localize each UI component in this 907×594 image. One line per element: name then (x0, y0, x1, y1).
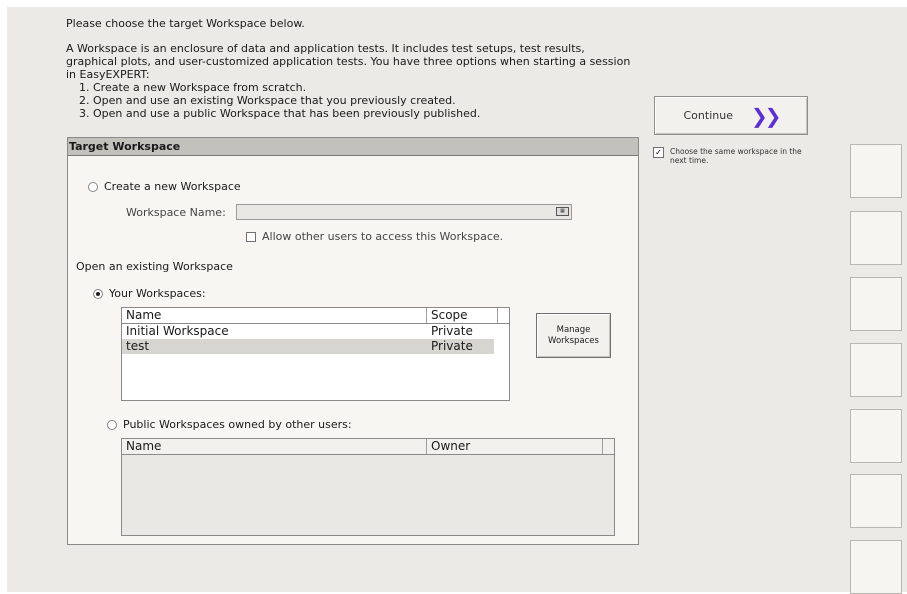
table-row[interactable]: Initial Workspace Private (122, 324, 494, 339)
continue-button[interactable]: Continue ❯❯ (654, 96, 808, 135)
clipped-title-bar (0, 0, 907, 7)
public-workspaces-label: Public Workspaces owned by other users: (123, 418, 352, 431)
target-workspace-header: Target Workspace (68, 138, 638, 156)
workspace-name-cell: Initial Workspace (126, 324, 229, 338)
intro-text: Please choose the target Workspace below… (66, 17, 636, 120)
same-workspace-label: Choose the same workspace in the next ti… (670, 147, 802, 165)
list-header: Name Owner (122, 439, 614, 455)
public-workspaces-option[interactable]: Public Workspaces owned by other users: (107, 418, 352, 431)
create-new-radio[interactable] (88, 182, 98, 192)
allow-access-checkbox[interactable] (246, 232, 256, 242)
target-workspace-group: Target Workspace Create a new Workspace … (67, 137, 639, 545)
option-step-3: 3. Open and use a public Workspace that … (79, 107, 481, 120)
keyboard-icon[interactable]: ▦ (556, 207, 569, 216)
side-softkey-6[interactable] (850, 474, 902, 528)
continue-label: Continue (683, 109, 733, 122)
column-header-owner[interactable]: Owner (427, 439, 603, 454)
side-softkey-2[interactable] (850, 211, 902, 265)
column-header-name[interactable]: Name (122, 308, 427, 323)
public-workspaces-list[interactable]: Name Owner (121, 438, 615, 536)
list-header: Name Scope (122, 308, 509, 324)
table-row-selected[interactable]: test Private (122, 339, 494, 354)
create-new-option[interactable]: Create a new Workspace (88, 180, 241, 193)
workspace-name-input[interactable]: ▦ (236, 204, 572, 220)
workspace-scope-cell: Private (431, 324, 473, 338)
your-workspaces-label: Your Workspaces: (109, 287, 206, 300)
option-step-2: 2. Open and use an existing Workspace th… (79, 94, 456, 107)
your-workspaces-radio[interactable] (93, 289, 103, 299)
your-workspaces-option[interactable]: Your Workspaces: (93, 287, 206, 300)
choose-instruction: Please choose the target Workspace below… (66, 17, 305, 30)
side-softkey-7[interactable] (850, 540, 902, 594)
workspace-name-cell: test (126, 339, 150, 353)
allow-access-label: Allow other users to access this Workspa… (262, 230, 504, 243)
column-header-scope[interactable]: Scope (427, 308, 498, 323)
create-new-label: Create a new Workspace (104, 180, 241, 193)
manage-workspaces-label: Manage Workspaces (548, 324, 599, 346)
side-softkey-1[interactable] (850, 144, 902, 198)
workspace-selection-window: Please choose the target Workspace below… (0, 0, 907, 594)
workspace-scope-cell: Private (431, 339, 473, 353)
side-softkey-3[interactable] (850, 277, 902, 331)
open-existing-label: Open an existing Workspace (76, 260, 233, 273)
manage-workspaces-button[interactable]: Manage Workspaces (536, 313, 611, 358)
column-header-name[interactable]: Name (122, 439, 427, 454)
workspace-name-label: Workspace Name: (126, 206, 226, 219)
your-workspaces-list[interactable]: Name Scope Initial Workspace Private tes… (121, 307, 510, 401)
intro-paragraph: A Workspace is an enclosure of data and … (66, 42, 631, 81)
public-workspaces-radio[interactable] (107, 420, 117, 430)
double-chevron-right-icon: ❯❯ (750, 103, 781, 128)
same-workspace-option[interactable]: ✓ Choose the same workspace in the next … (653, 147, 820, 165)
allow-access-option[interactable]: Allow other users to access this Workspa… (246, 230, 503, 243)
same-workspace-checkbox[interactable]: ✓ (653, 147, 664, 158)
side-softkey-5[interactable] (850, 409, 902, 463)
option-step-1: 1. Create a new Workspace from scratch. (79, 81, 307, 94)
side-softkey-4[interactable] (850, 343, 902, 397)
main-panel: Please choose the target Workspace below… (7, 7, 907, 594)
